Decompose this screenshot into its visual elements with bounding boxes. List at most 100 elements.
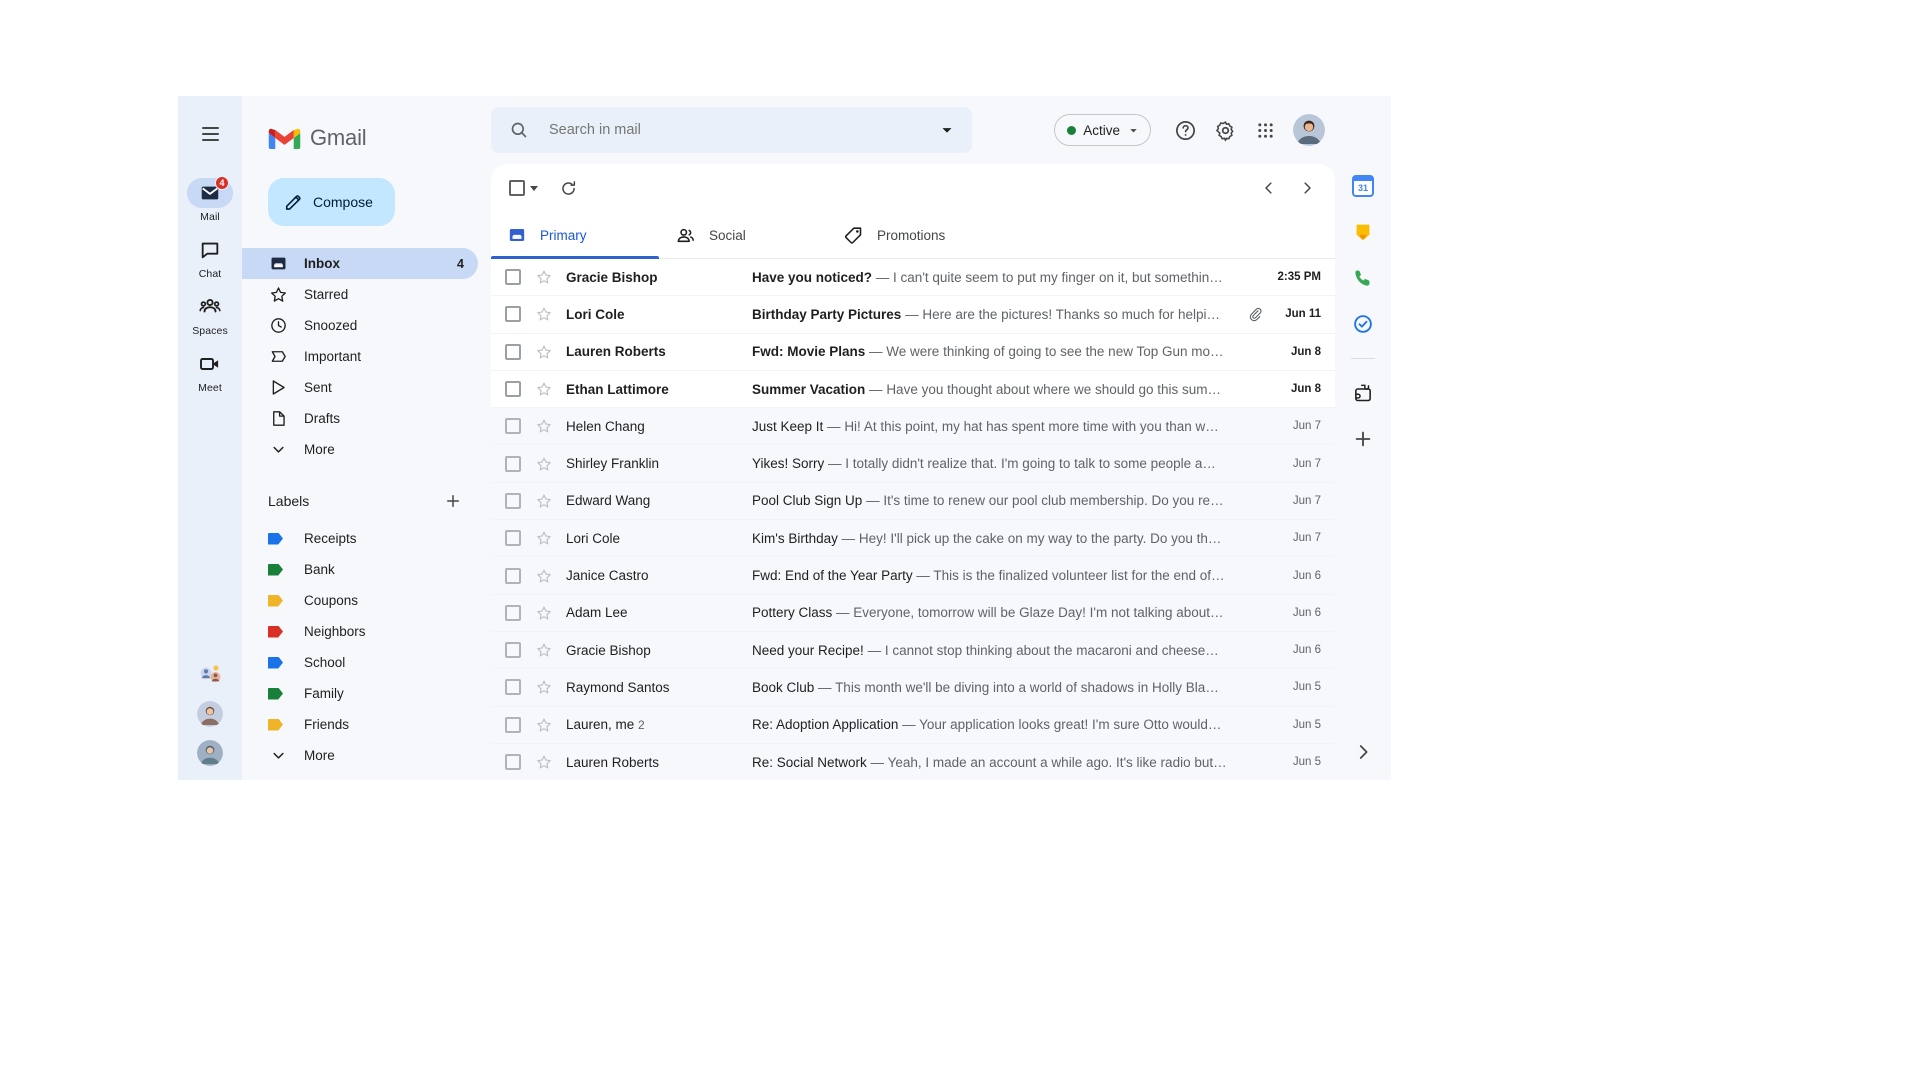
email-select-checkbox[interactable] bbox=[505, 604, 521, 621]
star-button[interactable] bbox=[534, 640, 554, 660]
addons-icon[interactable] bbox=[1351, 381, 1375, 405]
add-label-button[interactable] bbox=[440, 488, 466, 514]
rail-item-meet[interactable]: Meet bbox=[178, 345, 242, 402]
email-row[interactable]: Lauren Roberts Fwd: Movie Plans — We were… bbox=[491, 333, 1335, 371]
tasks-icon[interactable] bbox=[1351, 312, 1375, 336]
label-item-coupons[interactable]: Coupons bbox=[242, 585, 490, 616]
google-apps-button[interactable] bbox=[1247, 112, 1283, 148]
rail-item-mail[interactable]: 4 Mail bbox=[178, 174, 242, 231]
main-menu-button[interactable] bbox=[190, 114, 230, 154]
email-select-checkbox[interactable] bbox=[505, 381, 521, 398]
labels-more-button[interactable]: More bbox=[242, 740, 478, 771]
star-button[interactable] bbox=[534, 342, 554, 362]
email-select-checkbox[interactable] bbox=[505, 716, 521, 733]
tab-primary[interactable]: Primary bbox=[491, 212, 659, 259]
label-item-neighbors[interactable]: Neighbors bbox=[242, 616, 490, 647]
keep-notes-icon[interactable] bbox=[1351, 220, 1375, 244]
email-row[interactable]: Lori Cole Birthday Party Pictures — Here … bbox=[491, 296, 1335, 334]
label-item-friends[interactable]: Friends bbox=[242, 709, 490, 740]
email-subject: Re: Adoption Application bbox=[752, 717, 899, 733]
email-date: Jun 6 bbox=[1292, 606, 1321, 619]
search-input[interactable] bbox=[549, 122, 934, 138]
add-addon-icon[interactable] bbox=[1351, 427, 1375, 451]
expand-side-panel-button[interactable] bbox=[1349, 738, 1377, 766]
sidebar-item-sent[interactable]: Sent bbox=[242, 372, 478, 403]
email-row[interactable]: Adam Lee Pottery Class — Everyone, tomorr… bbox=[491, 594, 1335, 632]
calendar-icon[interactable]: 31 bbox=[1351, 174, 1375, 198]
star-button[interactable] bbox=[534, 379, 554, 399]
email-select-checkbox[interactable] bbox=[505, 754, 521, 770]
sidebar-item-inbox[interactable]: Inbox 4 bbox=[242, 248, 478, 279]
sidebar-item-drafts[interactable]: Drafts bbox=[242, 403, 478, 434]
email-select-checkbox[interactable] bbox=[505, 306, 521, 323]
sidebar-item-more[interactable]: More bbox=[242, 434, 478, 465]
star-button[interactable] bbox=[534, 715, 554, 735]
tab-social[interactable]: Social bbox=[659, 212, 827, 258]
star-button[interactable] bbox=[534, 304, 554, 324]
star-button[interactable] bbox=[534, 528, 554, 548]
email-row[interactable]: Gracie Bishop Need your Recipe! — I canno… bbox=[491, 631, 1335, 670]
contacts-shortcut[interactable] bbox=[197, 662, 223, 688]
email-row[interactable]: Raymond Santos Book Club — This month we'… bbox=[491, 669, 1335, 707]
email-select-checkbox[interactable] bbox=[505, 343, 521, 360]
status-badge[interactable]: Active bbox=[1054, 114, 1151, 146]
email-snippet: Hey! I'll pick up the cake on my way to … bbox=[858, 530, 1222, 546]
compose-button[interactable]: Compose bbox=[268, 178, 395, 226]
email-row[interactable]: Janice Castro Fwd: End of the Year Party … bbox=[491, 557, 1335, 595]
email-row[interactable]: Helen Chang Just Keep It — Hi! At this po… bbox=[491, 408, 1335, 446]
rail-item-spaces[interactable]: Spaces bbox=[178, 288, 242, 345]
star-button[interactable] bbox=[534, 603, 554, 623]
email-select-checkbox[interactable] bbox=[505, 530, 521, 547]
email-row[interactable]: Lori Cole Kim's Birthday — Hey! I'll pick… bbox=[491, 520, 1335, 558]
email-select-checkbox[interactable] bbox=[505, 492, 521, 509]
email-select-checkbox[interactable] bbox=[505, 269, 521, 286]
email-select-checkbox[interactable] bbox=[505, 418, 521, 435]
spaces-icon bbox=[199, 298, 221, 313]
email-snippet: This month we'll be diving into a world … bbox=[835, 679, 1219, 695]
star-button[interactable] bbox=[534, 267, 554, 287]
tab-promotions[interactable]: Promotions bbox=[827, 212, 995, 258]
sidebar-item-snoozed[interactable]: Snoozed bbox=[242, 310, 478, 341]
sidebar-item-important[interactable]: Important bbox=[242, 341, 478, 372]
label-item-school[interactable]: School bbox=[242, 647, 490, 678]
sidebar-item-label: Sent bbox=[304, 380, 332, 395]
tab-label: Primary bbox=[540, 227, 587, 243]
sidebar-item-starred[interactable]: Starred bbox=[242, 279, 478, 310]
email-select-checkbox[interactable] bbox=[505, 567, 521, 584]
email-row[interactable]: Lauren Roberts Re: Social Network — Yeah,… bbox=[491, 743, 1335, 780]
email-select-checkbox[interactable] bbox=[505, 455, 521, 472]
email-row[interactable]: Gracie Bishop Have you noticed? — I can't… bbox=[491, 259, 1335, 297]
star-button[interactable] bbox=[534, 491, 554, 511]
account-avatar-tertiary[interactable] bbox=[197, 740, 223, 766]
search-options-button[interactable] bbox=[934, 117, 960, 143]
older-page-button[interactable] bbox=[1289, 170, 1325, 206]
label-item-family[interactable]: Family bbox=[242, 678, 490, 709]
help-button[interactable] bbox=[1167, 112, 1203, 148]
star-button[interactable] bbox=[534, 416, 554, 436]
search-bar[interactable] bbox=[491, 107, 972, 153]
email-snippet: Hi! At this point, my hat has spent more… bbox=[844, 418, 1219, 434]
email-date: Jun 8 bbox=[1290, 383, 1321, 396]
star-button[interactable] bbox=[534, 566, 554, 586]
email-row[interactable]: Lauren, me 2 Re: Adoption Application — Y… bbox=[491, 706, 1335, 744]
rail-item-chat[interactable]: Chat bbox=[178, 231, 242, 288]
star-button[interactable] bbox=[534, 677, 554, 697]
avatar[interactable] bbox=[1293, 114, 1325, 146]
email-row[interactable]: Edward Wang Pool Club Sign Up — It's time… bbox=[491, 482, 1335, 521]
email-row[interactable]: Shirley Franklin Yikes! Sorry — I totally… bbox=[491, 445, 1335, 483]
star-button[interactable] bbox=[534, 752, 554, 772]
label-item-receipts[interactable]: Receipts bbox=[242, 523, 490, 554]
contacts-phone-icon[interactable] bbox=[1351, 266, 1375, 290]
star-button[interactable] bbox=[534, 454, 554, 474]
refresh-button[interactable] bbox=[550, 170, 586, 206]
label-item-bank[interactable]: Bank bbox=[242, 554, 490, 585]
account-avatar-secondary[interactable] bbox=[197, 701, 223, 727]
newer-page-button[interactable] bbox=[1251, 170, 1287, 206]
star-outline-icon bbox=[537, 307, 551, 321]
email-select-checkbox[interactable] bbox=[505, 642, 521, 659]
select-all-checkbox[interactable] bbox=[505, 176, 542, 200]
email-select-checkbox[interactable] bbox=[505, 679, 521, 696]
settings-button[interactable] bbox=[1207, 112, 1243, 148]
email-row[interactable]: Ethan Lattimore Summer Vacation — Have yo… bbox=[491, 370, 1335, 409]
chevron-down-icon bbox=[942, 128, 952, 133]
